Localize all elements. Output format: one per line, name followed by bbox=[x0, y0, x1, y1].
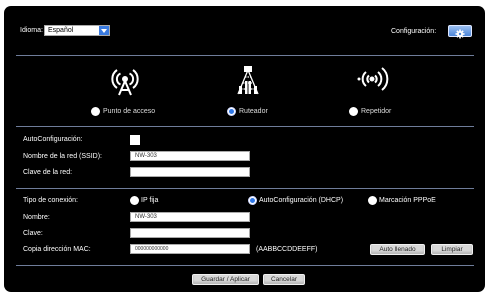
password-input[interactable] bbox=[130, 228, 250, 238]
access-point-icon bbox=[111, 69, 139, 96]
mode-label: Ruteador bbox=[239, 108, 268, 115]
radio-dhcp[interactable] bbox=[248, 196, 257, 205]
autoconfig-checkbox[interactable] bbox=[130, 135, 140, 145]
radio-router[interactable] bbox=[227, 107, 236, 116]
language-value: Español bbox=[48, 27, 74, 34]
network-key-label: Clave de la red: bbox=[23, 169, 73, 176]
router-settings-panel: Idioma: Español Configuración: Punto de … bbox=[4, 6, 485, 292]
connection-option-label: IP fija bbox=[141, 197, 159, 204]
save-apply-button[interactable]: Guardar / Aplicar bbox=[192, 274, 259, 285]
radio-pppoe[interactable] bbox=[368, 196, 377, 205]
language-label: Idioma: bbox=[20, 27, 43, 34]
cancel-button[interactable]: Cancelar bbox=[263, 274, 305, 285]
connection-option-label: Marcación PPPoE bbox=[379, 197, 436, 204]
autofill-button[interactable]: Auto llenado bbox=[370, 244, 425, 255]
mac-hint: (AABBCCDDEEFF) bbox=[256, 246, 318, 253]
config-button[interactable] bbox=[448, 25, 472, 39]
name-label: Nombre: bbox=[23, 214, 50, 221]
mac-label: Copia dirección MAC: bbox=[23, 246, 91, 253]
name-input[interactable]: NW-303 bbox=[130, 212, 250, 222]
network-key-input[interactable] bbox=[130, 167, 250, 177]
password-label: Clave: bbox=[23, 230, 43, 237]
gear-icon bbox=[455, 29, 465, 39]
connection-type-label: Tipo de conexión: bbox=[23, 197, 78, 204]
chevron-down-icon bbox=[99, 26, 109, 35]
config-label: Configuración: bbox=[391, 28, 437, 35]
connection-option-label: AutoConfiguración (DHCP) bbox=[259, 197, 344, 204]
divider bbox=[16, 126, 474, 127]
ssid-label: Nombre de la red (SSID): bbox=[23, 153, 102, 160]
repeater-icon bbox=[357, 67, 389, 91]
divider bbox=[16, 55, 474, 56]
radio-access-point[interactable] bbox=[91, 107, 100, 116]
radio-static-ip[interactable] bbox=[130, 196, 139, 205]
mac-input[interactable]: 000000000000 bbox=[130, 244, 250, 254]
clear-button[interactable]: Limpiar bbox=[431, 244, 473, 255]
radio-repeater[interactable] bbox=[349, 107, 358, 116]
divider bbox=[16, 265, 474, 266]
divider bbox=[16, 188, 474, 189]
mode-label: Punto de acceso bbox=[103, 108, 156, 115]
router-icon bbox=[237, 66, 259, 95]
mode-label: Repetidor bbox=[361, 108, 392, 115]
autoconfig-label: AutoConfiguración: bbox=[23, 136, 83, 143]
language-select[interactable]: Español bbox=[44, 25, 110, 36]
ssid-input[interactable]: NW-303 bbox=[130, 151, 250, 161]
